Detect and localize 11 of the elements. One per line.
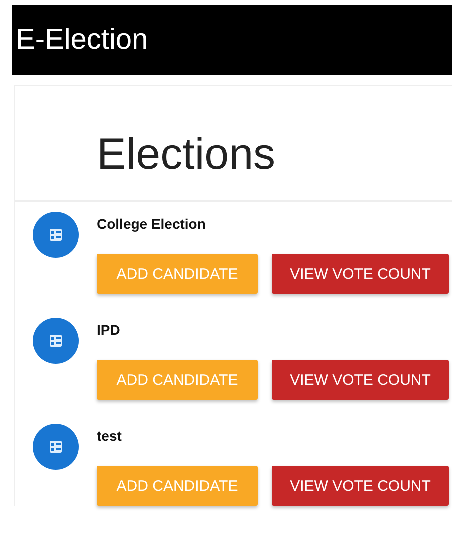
election-name: test (97, 428, 123, 444)
election-name: IPD (97, 322, 122, 338)
view-vote-count-button[interactable]: VIEW VOTE COUNT (272, 254, 449, 294)
app-title: E-Election (16, 24, 148, 56)
view-vote-count-button[interactable]: VIEW VOTE COUNT (272, 466, 449, 506)
election-name: College Election (97, 216, 207, 232)
view-vote-count-button[interactable]: VIEW VOTE COUNT (272, 360, 449, 400)
list-icon (33, 424, 79, 470)
page-heading: Elections (15, 86, 452, 202)
list-icon (33, 212, 79, 258)
list-icon (33, 318, 79, 364)
